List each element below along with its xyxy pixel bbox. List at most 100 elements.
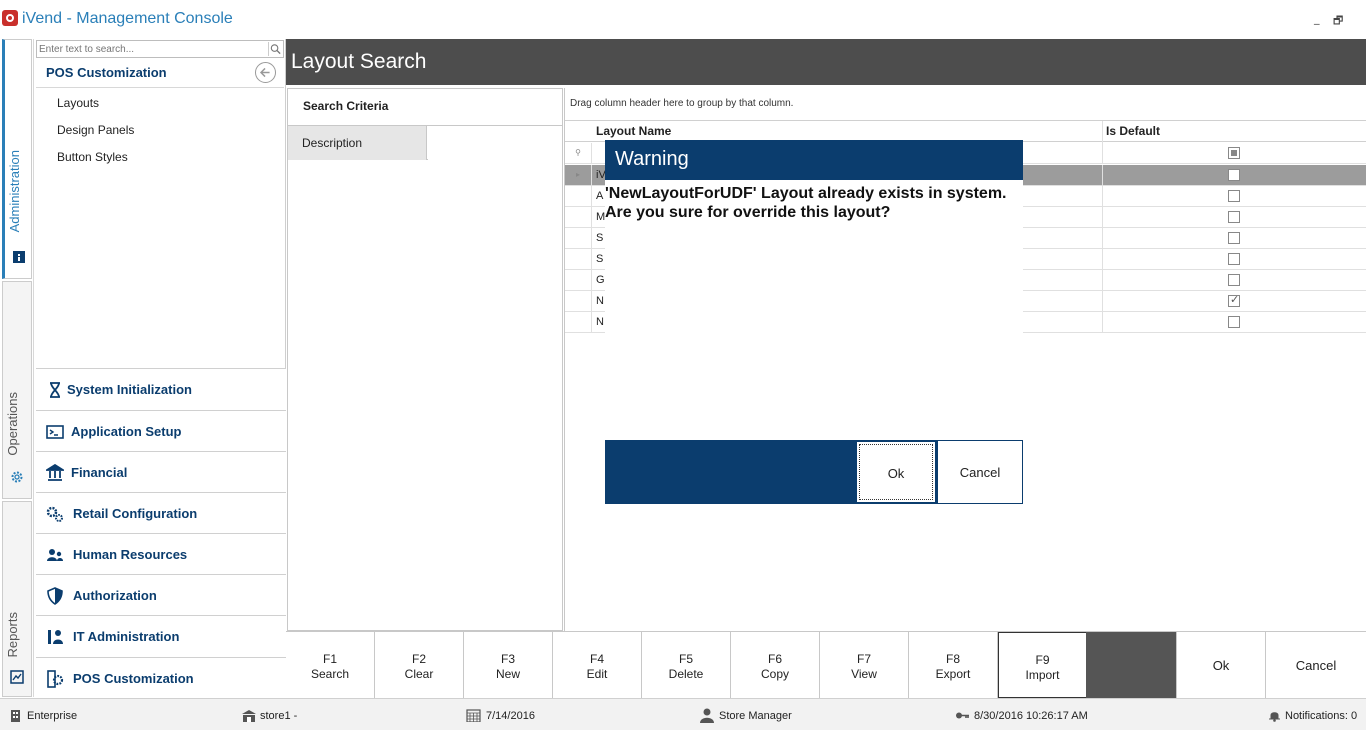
bell-icon xyxy=(1269,712,1280,722)
fkey-label: Clear xyxy=(404,667,434,681)
description-input[interactable] xyxy=(428,126,562,160)
dialog-ok-button[interactable]: Ok xyxy=(855,440,937,504)
status-store: store1 - xyxy=(260,710,298,722)
status-login-time: 8/30/2016 10:26:17 AM xyxy=(974,710,1088,722)
module-system-initialization-label: System Initialization xyxy=(67,382,192,397)
function-bar-spacer xyxy=(1086,632,1176,698)
column-header-is-default[interactable]: Is Default xyxy=(1106,124,1160,138)
ivend-logo-icon xyxy=(2,10,18,26)
nav-search-input[interactable] xyxy=(39,42,267,56)
is-default-checkbox[interactable] xyxy=(1228,169,1240,181)
module-pos-customization[interactable]: POS Customization xyxy=(36,657,286,697)
people-icon xyxy=(47,549,63,561)
search-icon[interactable] xyxy=(268,42,282,56)
is-default-checkbox[interactable] xyxy=(1228,293,1240,307)
module-application-setup-label: Application Setup xyxy=(71,424,182,439)
status-date: 7/14/2016 xyxy=(486,710,535,722)
column-divider xyxy=(1102,249,1103,270)
column-divider xyxy=(1102,186,1103,207)
filter-icon[interactable]: ⚲ xyxy=(565,143,592,164)
status-notifications[interactable]: Notifications: 0 xyxy=(1285,710,1357,722)
is-default-checkbox[interactable] xyxy=(1228,253,1240,265)
nav-item-layouts[interactable]: Layouts xyxy=(57,96,99,110)
tab-operations[interactable]: Operations xyxy=(2,281,32,499)
back-arrow-icon[interactable] xyxy=(255,62,276,83)
gears-icon xyxy=(46,506,63,522)
fkey-view-button[interactable]: F7 View xyxy=(820,632,909,698)
layout-name-cell: S xyxy=(596,253,604,265)
is-default-checkbox[interactable] xyxy=(1228,232,1240,244)
filter-is-default-checkbox[interactable] xyxy=(1228,147,1240,159)
tab-operations-label: Operations xyxy=(5,392,20,456)
module-it-administration[interactable]: IT Administration xyxy=(36,615,286,657)
column-header-layout-name[interactable]: Layout Name xyxy=(596,124,671,138)
nav-item-design-panels[interactable]: Design Panels xyxy=(57,123,134,137)
ok-button[interactable]: Ok xyxy=(1176,632,1265,698)
fkey-delete-button[interactable]: F5 Delete xyxy=(642,632,731,698)
layout-name-cell: A xyxy=(596,190,604,202)
group-by-hint: Drag column header here to group by that… xyxy=(570,98,794,109)
module-tabs: Administration Operations Reports xyxy=(0,39,34,697)
window-title: iVend - Management Console xyxy=(22,10,233,27)
fkey-code: F7 xyxy=(856,652,871,666)
layout-name-cell: N xyxy=(596,295,604,307)
warning-dialog: Warning 'NewLayoutForUDF' Layout already… xyxy=(605,140,1023,504)
fkey-new-button[interactable]: F3 New xyxy=(464,632,553,698)
criteria-row-description: Description xyxy=(288,125,562,160)
nav-item-button-styles[interactable]: Button Styles xyxy=(57,150,128,164)
restore-button[interactable]: 🗗 xyxy=(1333,12,1343,31)
column-divider xyxy=(1102,228,1103,249)
module-application-setup[interactable]: Application Setup xyxy=(36,410,286,452)
tab-administration[interactable]: Administration xyxy=(2,39,32,279)
module-it-administration-label: IT Administration xyxy=(73,629,180,644)
fkey-export-button[interactable]: F8 Export xyxy=(909,632,998,698)
administration-icon xyxy=(13,251,25,263)
fkey-import-button[interactable]: F9 Import xyxy=(998,632,1087,698)
fkey-clear-button[interactable]: F2 Clear xyxy=(375,632,464,698)
is-default-checkbox[interactable] xyxy=(1228,274,1240,286)
fkey-code: F4 xyxy=(589,652,604,666)
tab-reports[interactable]: Reports xyxy=(2,501,32,697)
fkey-code: F2 xyxy=(411,652,426,666)
module-authorization[interactable]: Authorization xyxy=(36,574,286,616)
module-human-resources-label: Human Resources xyxy=(73,547,188,562)
row-indicator xyxy=(565,228,592,249)
layout-name-cell: N xyxy=(596,316,604,328)
page-title: Layout Search xyxy=(291,50,427,73)
nav-section-header: POS Customization xyxy=(36,59,284,88)
fkey-copy-button[interactable]: F6 Copy xyxy=(731,632,820,698)
module-human-resources[interactable]: Human Resources xyxy=(36,533,286,575)
search-criteria-panel: Search Criteria Description xyxy=(287,88,563,631)
cancel-button[interactable]: Cancel xyxy=(1265,632,1366,698)
fkey-search-button[interactable]: F1 Search xyxy=(286,632,375,698)
row-indicator xyxy=(565,270,592,291)
module-authorization-label: Authorization xyxy=(73,588,157,603)
status-user: Store Manager xyxy=(719,710,792,722)
layout-name-cell: M xyxy=(596,211,606,223)
is-default-checkbox[interactable] xyxy=(1228,211,1240,223)
is-default-checkbox[interactable] xyxy=(1228,190,1240,202)
minimize-button[interactable]: _ xyxy=(1314,12,1320,25)
key-icon xyxy=(956,712,969,719)
fkey-label: Edit xyxy=(586,667,608,681)
column-divider xyxy=(1102,121,1103,143)
dialog-cancel-button[interactable]: Cancel xyxy=(937,440,1023,504)
fkey-code: F3 xyxy=(500,652,515,666)
status-company: Enterprise xyxy=(27,710,78,722)
fkey-label: Delete xyxy=(668,667,704,681)
module-pos-customization-label: POS Customization xyxy=(73,671,194,686)
module-system-initialization[interactable]: System Initialization xyxy=(36,368,286,410)
fkey-edit-button[interactable]: F4 Edit xyxy=(553,632,642,698)
is-default-checkbox[interactable] xyxy=(1228,316,1240,328)
column-divider xyxy=(1102,291,1103,312)
row-indicator xyxy=(565,312,592,333)
status-bar: Enterprise store1 - 7/14/2016 Store Mana… xyxy=(0,698,1366,730)
row-indicator xyxy=(565,249,592,270)
fkey-code: F1 xyxy=(322,652,337,666)
module-retail-configuration[interactable]: Retail Configuration xyxy=(36,492,286,534)
module-financial[interactable]: Financial xyxy=(36,451,286,493)
description-label: Description xyxy=(288,126,427,160)
column-divider xyxy=(1102,312,1103,333)
dialog-header: Warning xyxy=(605,140,1023,180)
column-divider xyxy=(1102,270,1103,291)
